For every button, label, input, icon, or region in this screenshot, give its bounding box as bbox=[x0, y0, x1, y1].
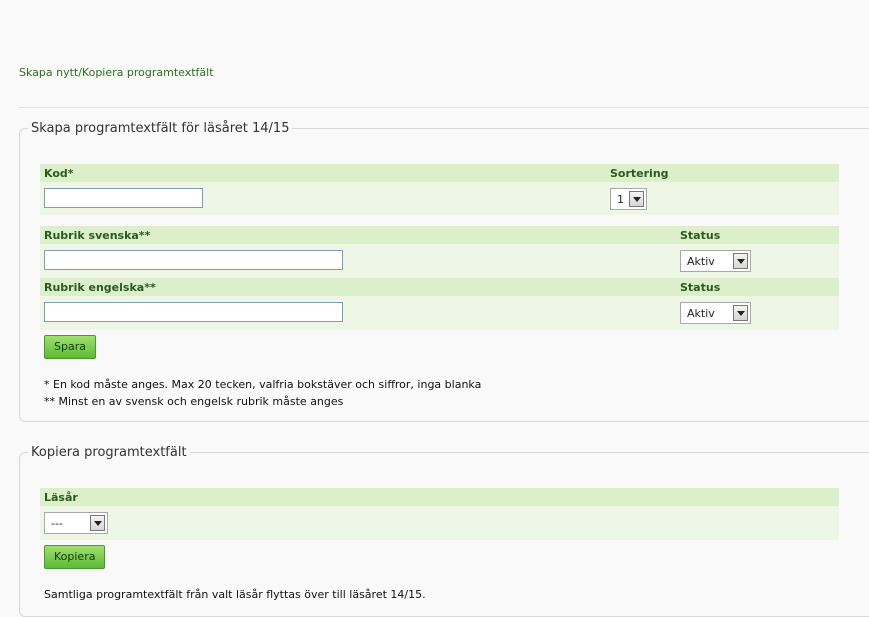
kod-note: * En kod måste anges. Max 20 tecken, val… bbox=[44, 378, 482, 391]
create-copy-link[interactable]: Skapa nytt/Kopiera programtextfält bbox=[19, 66, 214, 79]
copy-note: Samtliga programtextfält från valt läsår… bbox=[44, 588, 426, 601]
kod-header-band bbox=[40, 164, 839, 182]
chevron-down-icon[interactable] bbox=[629, 191, 644, 207]
lasar-label: Läsår bbox=[44, 491, 78, 504]
lasar-header-band bbox=[40, 488, 839, 506]
lasar-value: --- bbox=[51, 517, 63, 530]
rubrik-en-input[interactable] bbox=[44, 302, 343, 322]
divider bbox=[19, 107, 869, 108]
status-en-value: Aktiv bbox=[687, 307, 715, 320]
chevron-down-icon[interactable] bbox=[733, 305, 748, 321]
rubrik-sv-label: Rubrik svenska** bbox=[44, 229, 151, 242]
status-sv-value: Aktiv bbox=[687, 255, 715, 268]
kod-label: Kod* bbox=[44, 167, 74, 180]
rubrik-en-label: Rubrik engelska** bbox=[44, 281, 156, 294]
status-en-select[interactable]: Aktiv bbox=[680, 302, 751, 324]
rubrik-sv-input[interactable] bbox=[44, 250, 343, 270]
sortering-value: 1 bbox=[617, 193, 624, 206]
chevron-down-icon[interactable] bbox=[90, 515, 105, 531]
sortering-select[interactable]: 1 bbox=[610, 188, 647, 210]
kod-input[interactable] bbox=[44, 188, 203, 208]
copy-button[interactable]: Kopiera bbox=[44, 545, 106, 569]
lasar-select[interactable]: --- bbox=[44, 512, 108, 534]
copy-legend: Kopiera programtextfält bbox=[31, 445, 187, 460]
sortering-label: Sortering bbox=[610, 167, 669, 180]
rubrik-note: ** Minst en av svensk och engelsk rubrik… bbox=[44, 395, 344, 408]
status-sv-select[interactable]: Aktiv bbox=[680, 250, 751, 272]
chevron-down-icon[interactable] bbox=[733, 253, 748, 269]
create-fieldset: Skapa programtextfält för läsåret 14/15 … bbox=[19, 121, 869, 422]
lasar-row-band bbox=[40, 506, 839, 540]
copy-fieldset: Kopiera programtextfält Läsår --- Kopier… bbox=[19, 445, 869, 617]
save-button[interactable]: Spara bbox=[44, 335, 96, 359]
status-sv-label: Status bbox=[680, 229, 721, 242]
create-legend: Skapa programtextfält för läsåret 14/15 bbox=[31, 121, 290, 136]
status-en-label: Status bbox=[680, 281, 721, 294]
